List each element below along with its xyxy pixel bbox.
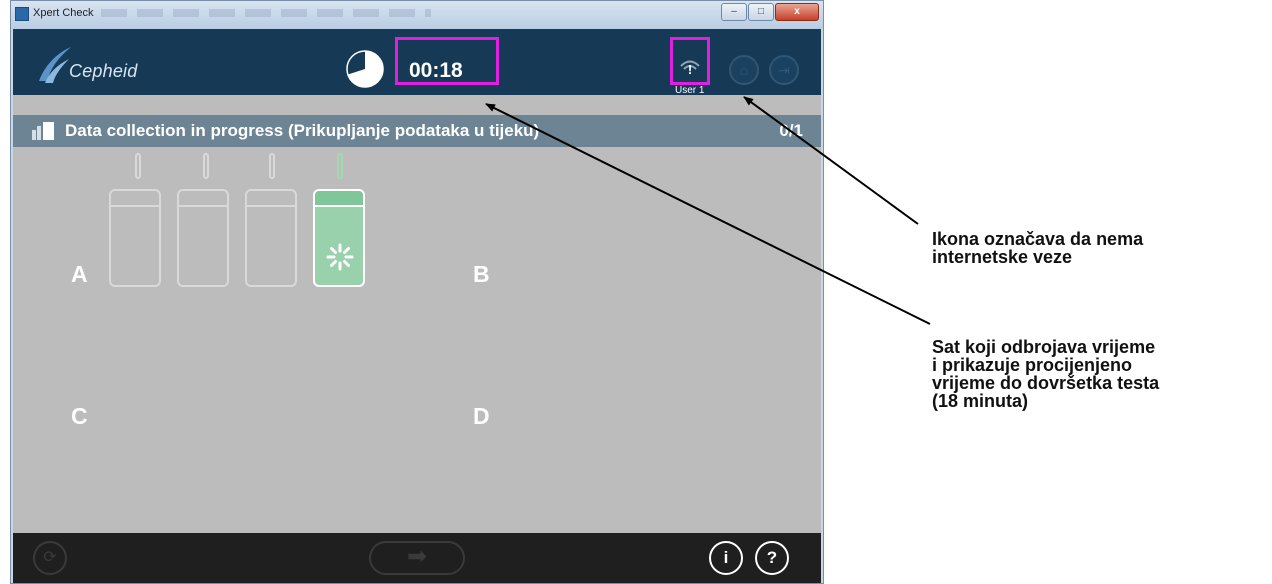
clock-note: Sat koji odbrojava vrijeme i prikazuje p… xyxy=(932,338,1159,410)
clock-note-line-2: i prikazuje procijenjeno xyxy=(932,355,1133,375)
network-note-arrow xyxy=(743,96,919,225)
clock-note-line-1: Sat koji odbrojava vrijeme xyxy=(932,337,1156,357)
network-note-line-1: Ikona označava da nema xyxy=(932,229,1144,249)
clock-note-line-4: (18 minuta) xyxy=(932,391,1029,411)
clock-note-arrow xyxy=(485,103,931,325)
network-note: Ikona označava da nema internetske veze xyxy=(932,230,1143,266)
annotation-arrows xyxy=(485,96,931,325)
network-note-line-2: internetske veze xyxy=(932,247,1073,267)
clock-note-line-3: vrijeme do dovršetka testa xyxy=(932,373,1160,393)
